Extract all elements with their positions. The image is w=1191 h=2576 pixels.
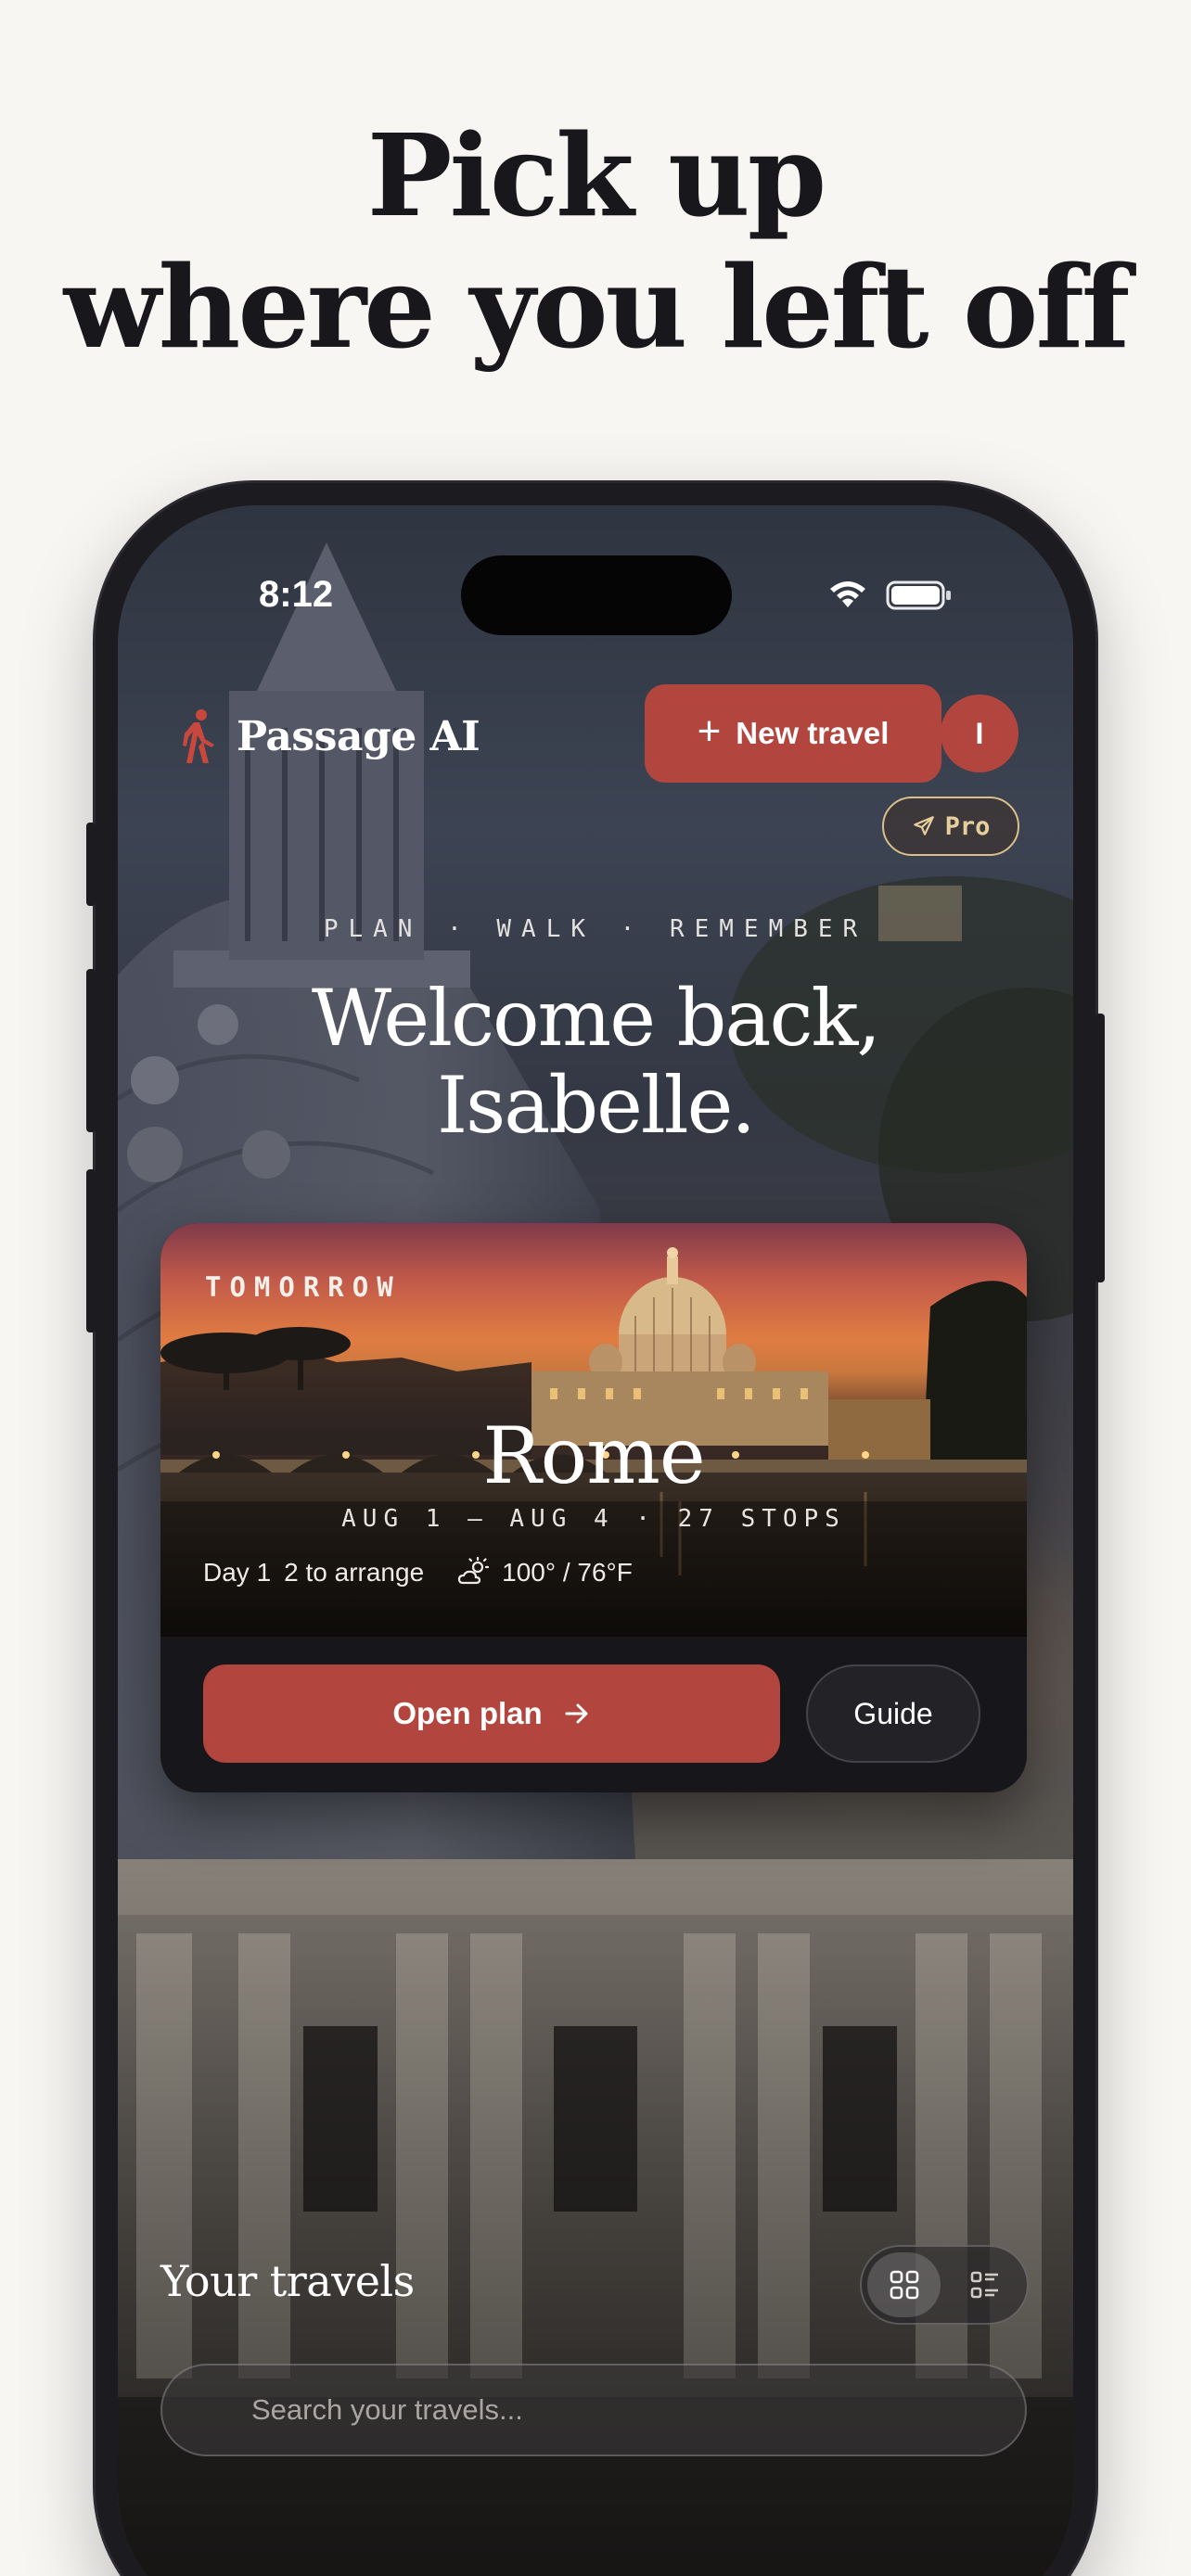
status-icons [826,580,953,611]
welcome-heading: Welcome back, Isabelle. [118,975,1073,1149]
brand[interactable]: Passage AI [181,708,480,765]
tagline: PLAN · WALK · REMEMBER [323,915,868,943]
trip-when-label: TOMORROW [205,1271,402,1303]
phone-power-button [1095,1014,1105,1282]
phone-volume-down [86,1169,96,1333]
list-icon [970,2271,998,2299]
view-toggle[interactable] [860,2245,1029,2325]
your-travels-heading: Your travels [160,2256,415,2306]
trip-hero-image: TOMORROW Rome AUG 1 – AUG 4 · 27 STOPS D… [160,1223,1027,1637]
dynamic-island [461,555,732,635]
trip-day: Day 1 [203,1558,272,1587]
trip-weather: 100° / 76°F [502,1558,633,1587]
weather-icon [458,1557,490,1585]
list-view-toggle[interactable] [948,2252,1021,2317]
phone-mute-switch [86,823,96,906]
open-plan-button[interactable]: Open plan [203,1664,780,1763]
guide-button[interactable]: Guide [806,1664,980,1763]
trip-dates: AUG 1 – AUG 4 · 27 STOPS [341,1505,846,1533]
pro-badge[interactable]: Pro [882,797,1019,856]
search-travels-field[interactable] [160,2364,1027,2456]
hiker-icon [183,709,214,763]
trip-arrange-count: 2 to arrange [284,1558,425,1587]
headline-line-2: where you left off [63,240,1131,374]
arrow-right-icon [565,1703,588,1724]
welcome-line-2: Isabelle. [437,1060,756,1151]
open-plan-label: Open plan [392,1696,543,1730]
status-time: 8:12 [259,574,334,615]
phone-frame: 8:12 Passage AI + New travel I Pro PLAN … [86,483,1105,2576]
plane-icon [913,816,934,835]
headline-line-1: Pick up [366,108,826,242]
search-travels-input[interactable] [251,2393,1025,2427]
avatar[interactable]: I [941,695,1018,772]
battery-icon [886,580,951,610]
welcome-line-1: Welcome back, [311,973,881,1064]
wifi-icon [830,581,865,607]
trip-meta: Day 1 2 to arrange 100° / 76°F [203,1557,633,1588]
trip-city: Rome [482,1410,705,1501]
pro-label: Pro [944,811,991,841]
app-screen: 8:12 Passage AI + New travel I Pro PLAN … [118,505,1073,2576]
grid-view-toggle[interactable] [867,2252,941,2317]
marketing-headline: Pick up where you left off [0,109,1191,373]
grid-icon [890,2270,918,2300]
upcoming-trip-card[interactable]: TOMORROW Rome AUG 1 – AUG 4 · 27 STOPS D… [160,1223,1027,1792]
plus-icon: + [697,708,722,754]
phone-volume-up [86,969,96,1132]
new-travel-button[interactable]: + New travel [645,684,941,783]
new-travel-label: New travel [736,716,890,750]
brand-name: Passage AI [237,712,480,760]
